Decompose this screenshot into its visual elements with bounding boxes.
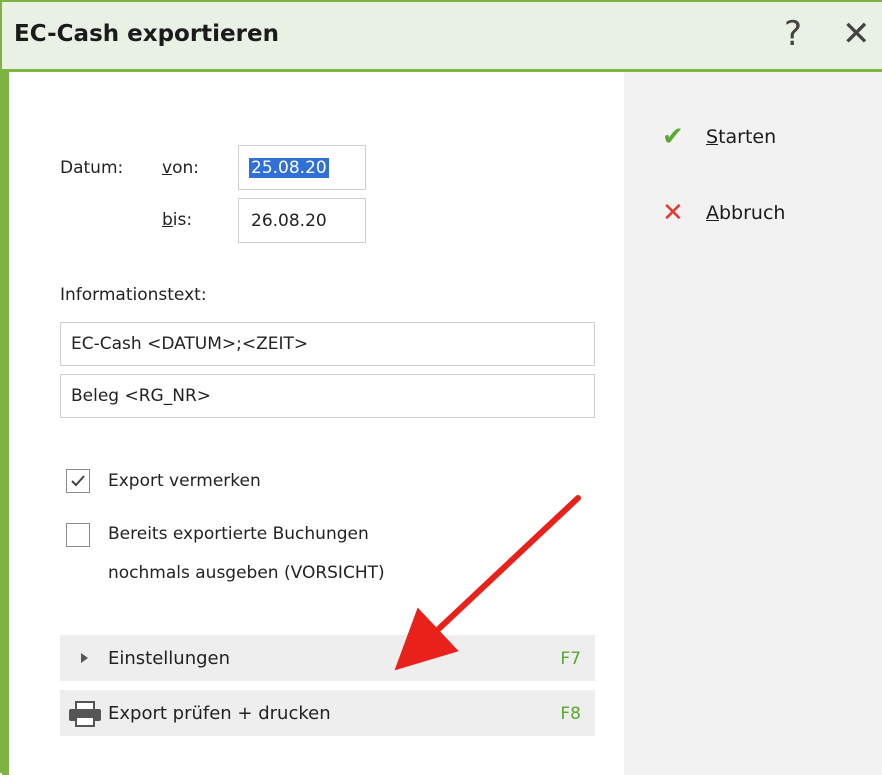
annotation-arrow-icon <box>394 495 581 671</box>
export-dialog: EC-Cash exportieren ? ✕ ✔ Starten ✕ Abbr… <box>0 0 882 775</box>
